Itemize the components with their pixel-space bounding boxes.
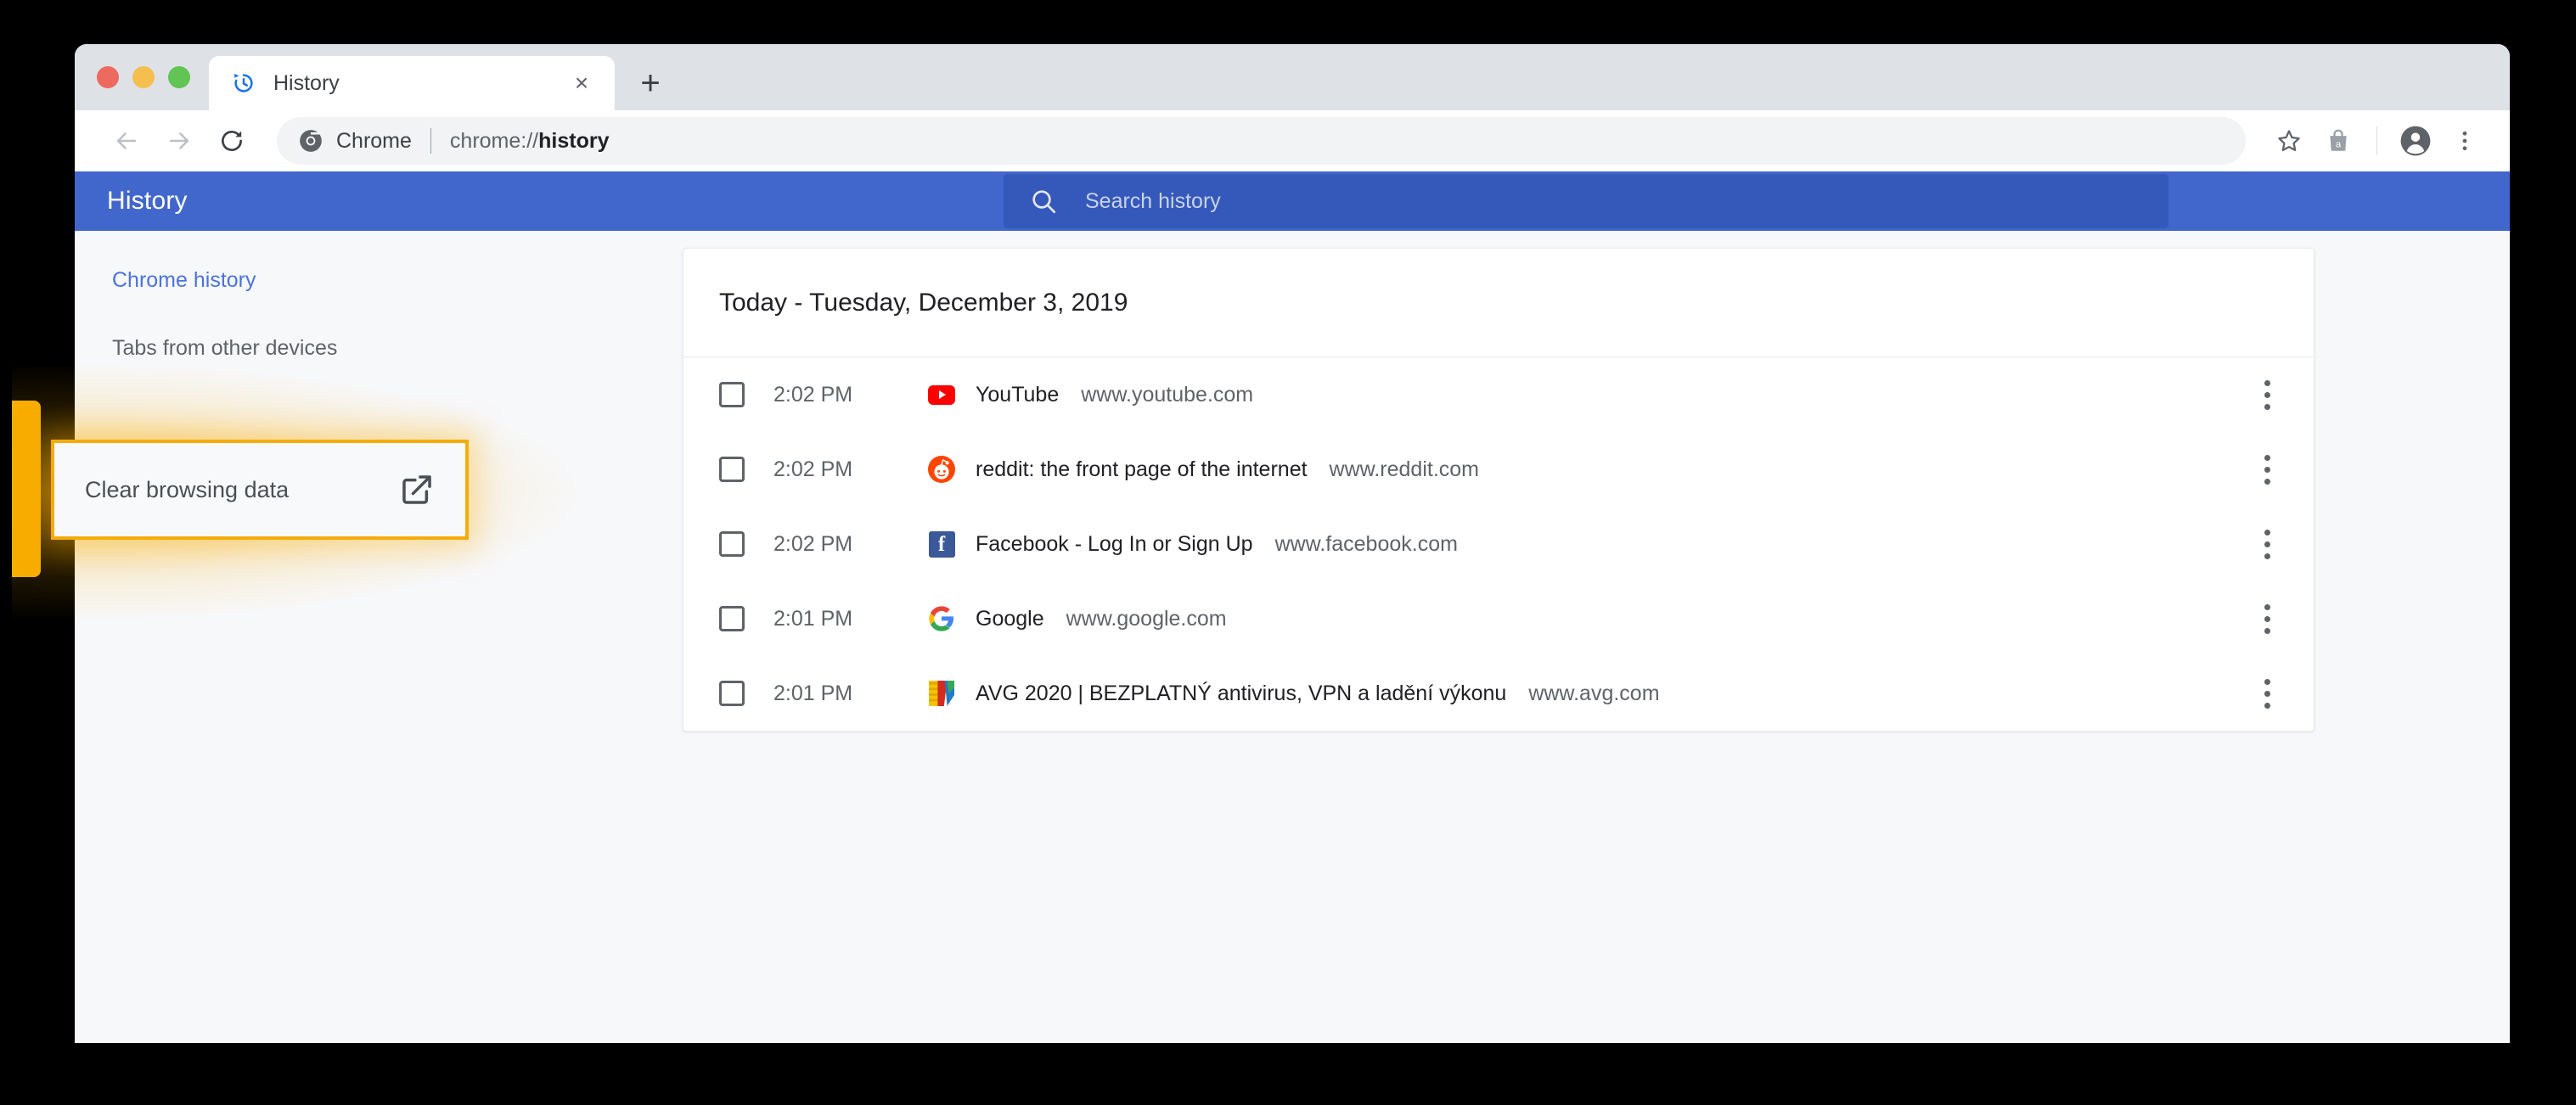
- table-row[interactable]: 2:01 PM AVG 2020 | BEZPLATNÝ antivirus, …: [683, 656, 2314, 731]
- search-history-field[interactable]: [1004, 174, 2168, 228]
- omnibox-url-prefix: chrome://: [449, 128, 539, 153]
- highlight-tab-marker: [0, 401, 41, 577]
- history-clock-icon: [231, 70, 256, 96]
- omnibox-url-path: history: [538, 128, 610, 153]
- window-traffic-lights: [75, 44, 209, 110]
- search-icon: [1029, 187, 1058, 216]
- row-checkbox[interactable]: [719, 382, 745, 407]
- row-title[interactable]: YouTube: [976, 383, 1059, 407]
- reddit-icon: [928, 456, 955, 483]
- table-row[interactable]: 2:01 PM Google www.google.com: [683, 581, 2314, 656]
- row-title[interactable]: reddit: the front page of the internet: [976, 457, 1308, 482]
- row-title[interactable]: Facebook - Log In or Sign Up: [976, 532, 1253, 557]
- history-content: Today - Tuesday, December 3, 2019 2:02 P…: [683, 231, 2510, 1043]
- three-dot-menu-icon[interactable]: [2244, 596, 2290, 642]
- reload-icon[interactable]: [205, 115, 258, 167]
- omnibox-url: chrome://history: [450, 129, 610, 154]
- row-title[interactable]: Google: [976, 607, 1044, 631]
- toolbar-divider: [2376, 126, 2377, 155]
- row-time: 2:02 PM: [773, 382, 853, 407]
- browser-tab-history[interactable]: History ×: [209, 56, 615, 110]
- account-avatar-icon[interactable]: [2391, 116, 2440, 165]
- table-row[interactable]: 2:02 PM reddit: the front page of the in…: [683, 432, 2314, 507]
- minimize-window-button[interactable]: [132, 66, 155, 88]
- history-app-header: History: [75, 171, 2510, 231]
- row-url: www.google.com: [1066, 606, 1227, 631]
- row-time: 2:01 PM: [773, 681, 853, 705]
- star-icon[interactable]: [2264, 116, 2314, 165]
- tab-title: History: [273, 70, 340, 95]
- sidebar-item-chrome-history[interactable]: Chrome history: [75, 256, 683, 304]
- browser-toolbar: Chrome chrome://history a: [75, 110, 2510, 171]
- avg-icon: [928, 680, 955, 707]
- history-sidebar: Chrome history Tabs from other devices: [75, 231, 683, 1043]
- row-url: www.facebook.com: [1274, 531, 1458, 556]
- sidebar-item-tabs-from-other-devices[interactable]: Tabs from other devices: [75, 324, 683, 372]
- browser-window: History × + Chrome chrome://history a Hi…: [75, 44, 2510, 1043]
- search-input[interactable]: [1085, 188, 2143, 214]
- omnibox-site-label: Chrome: [336, 128, 412, 153]
- row-time: 2:02 PM: [773, 531, 853, 556]
- tab-strip: History × +: [75, 44, 2510, 110]
- three-dot-menu-icon[interactable]: [2244, 670, 2290, 716]
- screenshot-stage: History × + Chrome chrome://history a Hi…: [0, 0, 2576, 1105]
- arrow-left-icon[interactable]: [100, 115, 153, 167]
- table-row[interactable]: 2:02 PM f Facebook - Log In or Sign Up w…: [683, 507, 2314, 581]
- row-checkbox[interactable]: [719, 457, 745, 482]
- history-page-body: Chrome history Tabs from other devices T…: [75, 231, 2510, 1043]
- new-tab-button[interactable]: +: [627, 59, 674, 107]
- row-time: 2:01 PM: [773, 606, 853, 631]
- row-url: www.avg.com: [1528, 681, 1660, 705]
- facebook-icon: f: [928, 530, 955, 558]
- sidebar-item-label: Tabs from other devices: [112, 335, 338, 360]
- close-window-button[interactable]: [97, 66, 119, 88]
- shopping-bag-icon[interactable]: a: [2314, 116, 2363, 165]
- arrow-right-icon[interactable]: [153, 115, 205, 167]
- row-title[interactable]: AVG 2020 | BEZPLATNÝ antivirus, VPN a la…: [976, 682, 1506, 706]
- row-checkbox[interactable]: [719, 681, 745, 706]
- three-dot-menu-icon[interactable]: [2244, 521, 2290, 567]
- close-icon[interactable]: ×: [567, 69, 596, 98]
- chrome-logo-icon: [299, 129, 323, 153]
- page-title: History: [107, 187, 188, 215]
- google-icon: [928, 605, 955, 632]
- row-url: www.reddit.com: [1329, 457, 1479, 481]
- history-list-card: Today - Tuesday, December 3, 2019 2:02 P…: [683, 248, 2314, 732]
- three-dot-menu-icon[interactable]: [2244, 446, 2290, 492]
- maximize-window-button[interactable]: [168, 66, 190, 88]
- frame-mask-outer: [0, 0, 12, 1105]
- history-group-title: Today - Tuesday, December 3, 2019: [683, 249, 2314, 357]
- sidebar-item-label: Chrome history: [112, 267, 256, 292]
- svg-text:a: a: [2336, 139, 2342, 149]
- row-url: www.youtube.com: [1081, 382, 1254, 407]
- address-bar[interactable]: Chrome chrome://history: [277, 117, 2246, 165]
- youtube-icon: [928, 381, 955, 408]
- three-dot-menu-icon[interactable]: [2244, 372, 2290, 418]
- row-checkbox[interactable]: [719, 531, 745, 557]
- omnibox-divider: [430, 128, 431, 154]
- table-row[interactable]: 2:02 PM YouTube www.youtube.com: [683, 357, 2314, 432]
- three-dot-menu-icon[interactable]: [2440, 116, 2489, 165]
- row-time: 2:02 PM: [773, 457, 853, 481]
- row-checkbox[interactable]: [719, 606, 745, 631]
